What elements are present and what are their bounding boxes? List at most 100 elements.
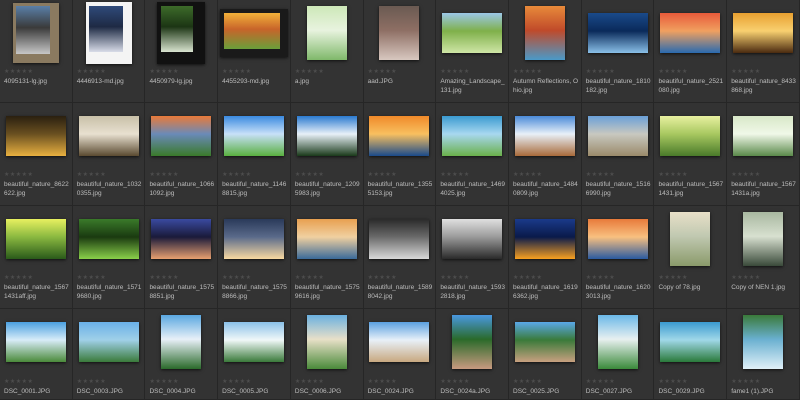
- thumbnail-image[interactable]: [587, 116, 648, 156]
- rating-stars[interactable]: ★★★★★: [4, 69, 33, 75]
- thumbnail-image[interactable]: [514, 219, 575, 259]
- rating-stars[interactable]: ★★★★★: [149, 379, 178, 385]
- thumbnail-image[interactable]: [597, 315, 638, 369]
- rating-stars[interactable]: ★★★★★: [222, 379, 251, 385]
- thumbnail-image[interactable]: [78, 116, 139, 156]
- rating-stars[interactable]: ★★★★★: [149, 69, 178, 75]
- thumbnail-cell[interactable]: ★★★★★ beautiful_nature_2521080.jpg: [654, 0, 728, 103]
- rating-stars[interactable]: ★★★★★: [368, 69, 397, 75]
- rating-stars[interactable]: ★★★★★: [513, 379, 542, 385]
- thumbnail-image[interactable]: [78, 322, 139, 362]
- thumbnail-image[interactable]: [587, 13, 648, 53]
- rating-stars[interactable]: ★★★★★: [295, 69, 324, 75]
- thumbnail-image[interactable]: [306, 6, 347, 60]
- rating-stars[interactable]: ★★★★★: [658, 69, 687, 75]
- thumbnail-image[interactable]: [78, 219, 139, 259]
- thumbnail-image[interactable]: [524, 6, 565, 60]
- thumbnail-cell[interactable]: ★★★★★ beautiful_nature_15932818.jpg: [436, 206, 510, 309]
- thumbnail-image[interactable]: [743, 212, 784, 266]
- thumbnail-cell[interactable]: ★★★★★ beautiful_nature_15758851.jpg: [145, 206, 219, 309]
- thumbnail-cell[interactable]: ★★★★★ beautiful_nature_16203013.jpg: [581, 206, 655, 309]
- thumbnail-image[interactable]: [5, 322, 66, 362]
- thumbnail-cell[interactable]: ★★★★★ beautiful_nature_10320355.jpg: [72, 103, 146, 206]
- thumbnail-cell[interactable]: ★★★★★ beautiful_nature_15671431a.jpg: [727, 103, 800, 206]
- thumbnail-cell[interactable]: ★★★★★ DSC_0024a.JPG: [436, 309, 510, 400]
- thumbnail-image[interactable]: [452, 315, 493, 369]
- rating-stars[interactable]: ★★★★★: [440, 275, 469, 281]
- thumbnail-cell[interactable]: ★★★★★ beautiful_nature_14694025.jpg: [436, 103, 510, 206]
- thumbnail-cell[interactable]: ★★★★★ beautiful_nature_15898042.jpg: [363, 206, 437, 309]
- thumbnail-image[interactable]: [587, 219, 648, 259]
- thumbnail-cell[interactable]: ★★★★★ Copy of 78.jpg: [654, 206, 728, 309]
- thumbnail-cell[interactable]: ★★★★★ DSC_0025.JPG: [509, 309, 582, 400]
- thumbnail-cell[interactable]: ★★★★★ DSC_0004.JPG: [145, 309, 219, 400]
- thumbnail-image[interactable]: [296, 116, 357, 156]
- thumbnail-image[interactable]: [12, 3, 59, 63]
- thumbnail-cell[interactable]: ★★★★★ beautiful_nature_13555153.jpg: [363, 103, 437, 206]
- rating-stars[interactable]: ★★★★★: [368, 379, 397, 385]
- thumbnail-image[interactable]: [660, 116, 721, 156]
- thumbnail-cell[interactable]: ★★★★★ 4450979-lg.jpg: [145, 0, 219, 103]
- thumbnail-image[interactable]: [161, 315, 202, 369]
- thumbnail-cell[interactable]: ★★★★★ beautiful_nature_15166990.jpg: [581, 103, 655, 206]
- thumbnail-cell[interactable]: ★★★★★ beautiful_nature_8433868.jpg: [727, 0, 800, 103]
- thumbnail-cell[interactable]: ★★★★★ 4446913-md.jpg: [72, 0, 146, 103]
- rating-stars[interactable]: ★★★★★: [513, 69, 542, 75]
- thumbnail-cell[interactable]: ★★★★★ DSC_0029.JPG: [654, 309, 728, 400]
- thumbnail-cell[interactable]: ★★★★★ beautiful_nature_11468815.jpg: [218, 103, 291, 206]
- thumbnail-image[interactable]: [442, 219, 503, 259]
- rating-stars[interactable]: ★★★★★: [586, 172, 615, 178]
- thumbnail-image[interactable]: [224, 116, 285, 156]
- rating-stars[interactable]: ★★★★★: [77, 275, 106, 281]
- thumbnail-image[interactable]: [660, 322, 721, 362]
- rating-stars[interactable]: ★★★★★: [440, 379, 469, 385]
- thumbnail-cell[interactable]: ★★★★★ 4455293-md.jpg: [218, 0, 291, 103]
- rating-stars[interactable]: ★★★★★: [222, 69, 251, 75]
- thumbnail-image[interactable]: [224, 219, 285, 259]
- rating-stars[interactable]: ★★★★★: [368, 275, 397, 281]
- thumbnail-image[interactable]: [5, 116, 66, 156]
- rating-stars[interactable]: ★★★★★: [77, 69, 106, 75]
- thumbnail-cell[interactable]: ★★★★★ beautiful_nature_16196362.jpg: [509, 206, 582, 309]
- thumbnail-cell[interactable]: ★★★★★ beautiful_nature_14840809.jpg: [509, 103, 582, 206]
- rating-stars[interactable]: ★★★★★: [4, 379, 33, 385]
- thumbnail-cell[interactable]: ★★★★★ DSC_0003.JPG: [72, 309, 146, 400]
- thumbnail-image[interactable]: [224, 322, 285, 362]
- rating-stars[interactable]: ★★★★★: [295, 275, 324, 281]
- thumbnail-cell[interactable]: ★★★★★ Autumn Reflections, Ohio.jpg: [509, 0, 582, 103]
- thumbnail-image[interactable]: [442, 116, 503, 156]
- thumbnail-cell[interactable]: ★★★★★ beautiful_nature_15719680.jpg: [72, 206, 146, 309]
- thumbnail-image[interactable]: [296, 219, 357, 259]
- thumbnail-cell[interactable]: ★★★★★ DSC_0005.JPG: [218, 309, 291, 400]
- thumbnail-cell[interactable]: ★★★★★ Copy of NEN 1.jpg: [727, 206, 800, 309]
- thumbnail-cell[interactable]: ★★★★★ a.jpg: [290, 0, 364, 103]
- thumbnail-image[interactable]: [660, 13, 721, 53]
- thumbnail-cell[interactable]: ★★★★★ beautiful_nature_15671431.jpg: [654, 103, 728, 206]
- rating-stars[interactable]: ★★★★★: [4, 275, 33, 281]
- thumbnail-image[interactable]: [733, 116, 794, 156]
- thumbnail-cell[interactable]: ★★★★★ beautiful_nature_15759616.jpg: [290, 206, 364, 309]
- rating-stars[interactable]: ★★★★★: [368, 172, 397, 178]
- thumbnail-image[interactable]: [151, 116, 212, 156]
- thumbnail-image[interactable]: [306, 315, 347, 369]
- thumbnail-cell[interactable]: ★★★★★ beautiful_nature_12095983.jpg: [290, 103, 364, 206]
- thumbnail-cell[interactable]: ★★★★★ beautiful_nature_15758866.jpg: [218, 206, 291, 309]
- thumbnail-cell[interactable]: ★★★★★ fame1 (1).JPG: [727, 309, 800, 400]
- rating-stars[interactable]: ★★★★★: [731, 275, 760, 281]
- thumbnail-cell[interactable]: ★★★★★ DSC_0027.JPG: [581, 309, 655, 400]
- rating-stars[interactable]: ★★★★★: [731, 172, 760, 178]
- thumbnail-image[interactable]: [220, 9, 289, 57]
- thumbnail-cell[interactable]: ★★★★★ Amazing_Landscape_131.jpg: [436, 0, 510, 103]
- thumbnail-image[interactable]: [733, 13, 794, 53]
- rating-stars[interactable]: ★★★★★: [586, 275, 615, 281]
- thumbnail-cell[interactable]: ★★★★★ DSC_0006.JPG: [290, 309, 364, 400]
- thumbnail-cell[interactable]: ★★★★★ aad.JPG: [363, 0, 437, 103]
- rating-stars[interactable]: ★★★★★: [77, 172, 106, 178]
- rating-stars[interactable]: ★★★★★: [295, 172, 324, 178]
- thumbnail-image[interactable]: [369, 322, 430, 362]
- thumbnail-image[interactable]: [85, 2, 132, 64]
- rating-stars[interactable]: ★★★★★: [658, 172, 687, 178]
- rating-stars[interactable]: ★★★★★: [440, 69, 469, 75]
- thumbnail-cell[interactable]: ★★★★★ beautiful_nature_1810182.jpg: [581, 0, 655, 103]
- rating-stars[interactable]: ★★★★★: [4, 172, 33, 178]
